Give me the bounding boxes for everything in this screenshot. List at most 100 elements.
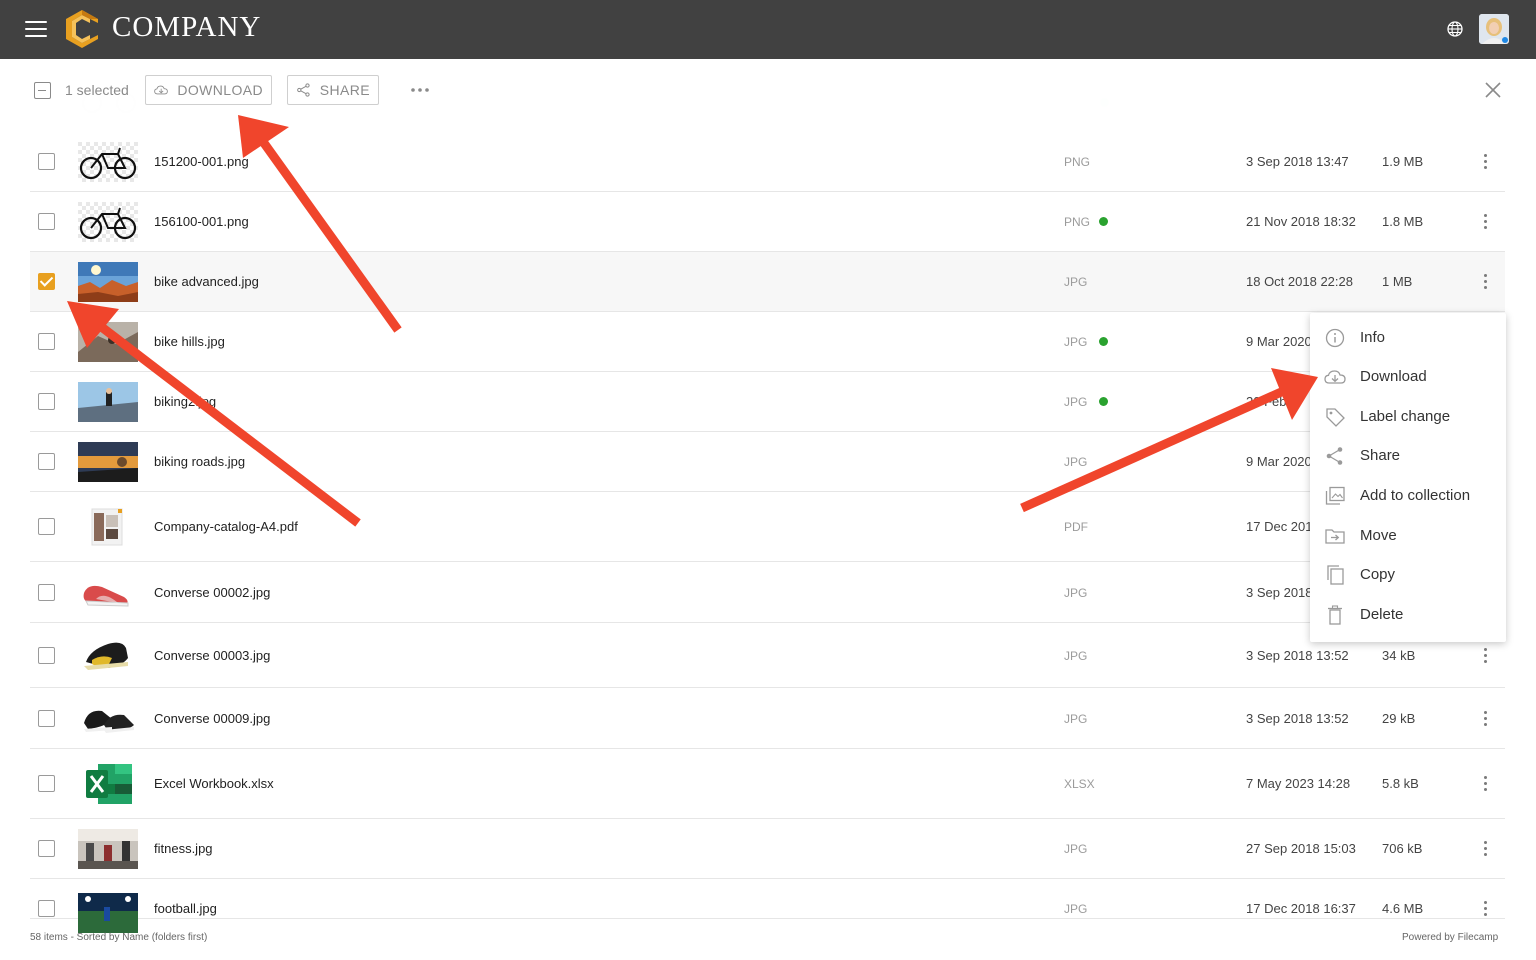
row-checkbox[interactable] (38, 775, 55, 792)
file-thumbnail[interactable] (78, 507, 138, 547)
file-row[interactable]: Converse 00009.jpg JPG 3 Sep 2018 13:52 29 … (30, 688, 1505, 749)
row-more-icon[interactable] (1482, 841, 1488, 857)
file-thumbnail[interactable] (78, 635, 138, 676)
file-row[interactable]: Converse 00002.jpg JPG 3 Sep 2018 (30, 562, 1505, 623)
file-thumbnail[interactable] (78, 142, 138, 182)
file-name[interactable]: Excel Workbook.xlsx (154, 776, 274, 791)
file-name[interactable]: biking roads.jpg (154, 454, 245, 469)
file-type: JPG (1064, 335, 1088, 349)
row-checkbox[interactable] (38, 900, 55, 917)
row-checkbox[interactable] (38, 333, 55, 350)
row-more-icon[interactable] (1482, 901, 1488, 917)
file-row[interactable]: biking roads.jpg JPG 9 Mar 2020 (30, 432, 1505, 492)
row-checkbox[interactable] (38, 709, 55, 727)
menu-item-label: Add to collection (1360, 487, 1471, 504)
globe-language-icon[interactable] (1446, 20, 1464, 38)
file-thumbnail[interactable] (78, 382, 138, 422)
file-name[interactable]: biking2.jpg (154, 394, 216, 409)
file-type: JPG (1064, 275, 1088, 289)
file-row[interactable]: bike advanced.jpg JPG 18 Oct 2018 22:28 1 M… (30, 252, 1505, 312)
row-checkbox[interactable] (38, 646, 55, 664)
row-checkbox[interactable] (38, 393, 55, 410)
menu-item-label-change[interactable]: Label change (1310, 398, 1506, 436)
row-checkbox[interactable] (38, 213, 55, 230)
file-date: 17 Dec 2018 16:37 (1246, 901, 1356, 916)
file-name[interactable]: bike advanced.jpg (154, 274, 259, 289)
powered-by-link[interactable]: Powered by Filecamp (1402, 932, 1498, 943)
file-row[interactable]: biking2.jpg JPG 20 Feb 2 (30, 372, 1505, 432)
brand-name: COMPANY (112, 11, 262, 43)
file-date: 20 Feb 2 (1246, 394, 1298, 409)
row-more-icon[interactable] (1482, 274, 1488, 290)
file-name[interactable]: Converse 00002.jpg (154, 585, 270, 600)
row-checkbox[interactable] (38, 153, 55, 170)
file-thumbnail[interactable] (78, 262, 138, 302)
row-more-icon[interactable] (1482, 710, 1488, 727)
copy-icon (1327, 565, 1344, 585)
file-row[interactable]: football.jpg JPG 17 Dec 2018 16:37 4.6 MB (30, 879, 1505, 933)
company-logo-icon (66, 10, 98, 48)
file-row[interactable]: fitness.jpg JPG 27 Sep 2018 15:03 706 kB (30, 819, 1505, 879)
row-more-icon[interactable] (1482, 214, 1488, 230)
menu-item-share[interactable]: Share (1310, 437, 1506, 475)
file-row[interactable]: bike hills.jpg JPG 9 Mar 2020 (30, 312, 1505, 372)
download-button[interactable]: DOWNLOAD (145, 75, 272, 105)
row-checkbox[interactable] (38, 840, 55, 857)
close-selection-icon[interactable] (1484, 81, 1502, 99)
row-more-icon[interactable] (1482, 776, 1488, 792)
menu-item-copy[interactable]: Copy (1310, 556, 1506, 594)
footer-status: 58 items - Sorted by Name (folders first… (30, 932, 208, 943)
file-row[interactable]: 156100-001.png PNG 21 Nov 2018 18:32 1.8 MB (30, 192, 1505, 252)
more-actions-icon[interactable] (410, 87, 430, 93)
row-checkbox[interactable] (38, 583, 55, 601)
file-date: 3 Sep 2018 13:52 (1246, 710, 1349, 726)
row-checkbox[interactable] (38, 453, 55, 470)
file-name[interactable]: fitness.jpg (154, 841, 213, 856)
file-date: 9 Mar 2020 (1246, 334, 1312, 349)
move-folder-icon (1325, 529, 1345, 544)
file-row[interactable]: 151200-001.png PNG 3 Sep 2018 13:47 1.9 MB (30, 132, 1505, 192)
file-name[interactable]: Company-catalog-A4.pdf (154, 519, 298, 534)
file-thumbnail[interactable] (78, 764, 138, 804)
file-date: 3 Sep 2018 13:52 (1246, 647, 1349, 663)
file-type: JPG (1064, 842, 1088, 856)
file-size: 706 kB (1382, 841, 1423, 856)
file-thumbnail[interactable] (78, 572, 138, 613)
file-context-menu: Info Download Label change Share Add to … (1310, 313, 1506, 642)
menu-item-download[interactable]: Download (1310, 358, 1506, 396)
file-name[interactable]: Converse 00009.jpg (154, 711, 270, 726)
file-thumbnail[interactable] (78, 442, 138, 482)
file-name[interactable]: bike hills.jpg (154, 334, 225, 349)
row-more-icon[interactable] (1482, 154, 1488, 170)
file-name[interactable]: 151200-001.png (154, 154, 249, 169)
file-row[interactable]: Converse 00003.jpg JPG 3 Sep 2018 13:52 34 … (30, 623, 1505, 688)
file-row[interactable]: Company-catalog-A4.pdf PDF 17 Dec 201 (30, 492, 1505, 562)
deselect-all-checkbox[interactable] (34, 82, 51, 99)
file-thumbnail[interactable] (78, 829, 138, 869)
info-icon (1325, 328, 1345, 348)
file-thumbnail[interactable] (78, 698, 138, 739)
file-row[interactable]: Excel Workbook.xlsx XLSX 7 May 2023 14:28 5… (30, 749, 1505, 819)
download-button-label: DOWNLOAD (177, 82, 263, 98)
user-avatar[interactable] (1479, 14, 1509, 44)
file-name[interactable]: 156100-001.png (154, 214, 249, 229)
file-thumbnail[interactable] (78, 202, 138, 242)
file-thumbnail[interactable] (78, 322, 138, 362)
row-checkbox[interactable] (38, 518, 55, 535)
file-type: JPG (1064, 455, 1088, 469)
file-size: 1 MB (1382, 274, 1413, 289)
share-button[interactable]: SHARE (287, 75, 379, 105)
file-name[interactable]: football.jpg (154, 901, 217, 916)
row-more-icon[interactable] (1482, 647, 1488, 664)
file-thumbnail[interactable] (78, 893, 138, 933)
hamburger-menu-icon[interactable] (25, 21, 47, 37)
menu-item-delete[interactable]: Delete (1310, 596, 1506, 634)
row-checkbox[interactable] (38, 273, 55, 290)
menu-item-add-to-collection[interactable]: Add to collection (1310, 477, 1506, 515)
menu-item-label: Info (1360, 329, 1386, 346)
menu-item-move[interactable]: Move (1310, 517, 1506, 555)
menu-item-info[interactable]: Info (1310, 319, 1506, 357)
file-size: 4.6 MB (1382, 901, 1424, 916)
file-name[interactable]: Converse 00003.jpg (154, 648, 270, 663)
menu-item-label: Copy (1360, 566, 1396, 583)
